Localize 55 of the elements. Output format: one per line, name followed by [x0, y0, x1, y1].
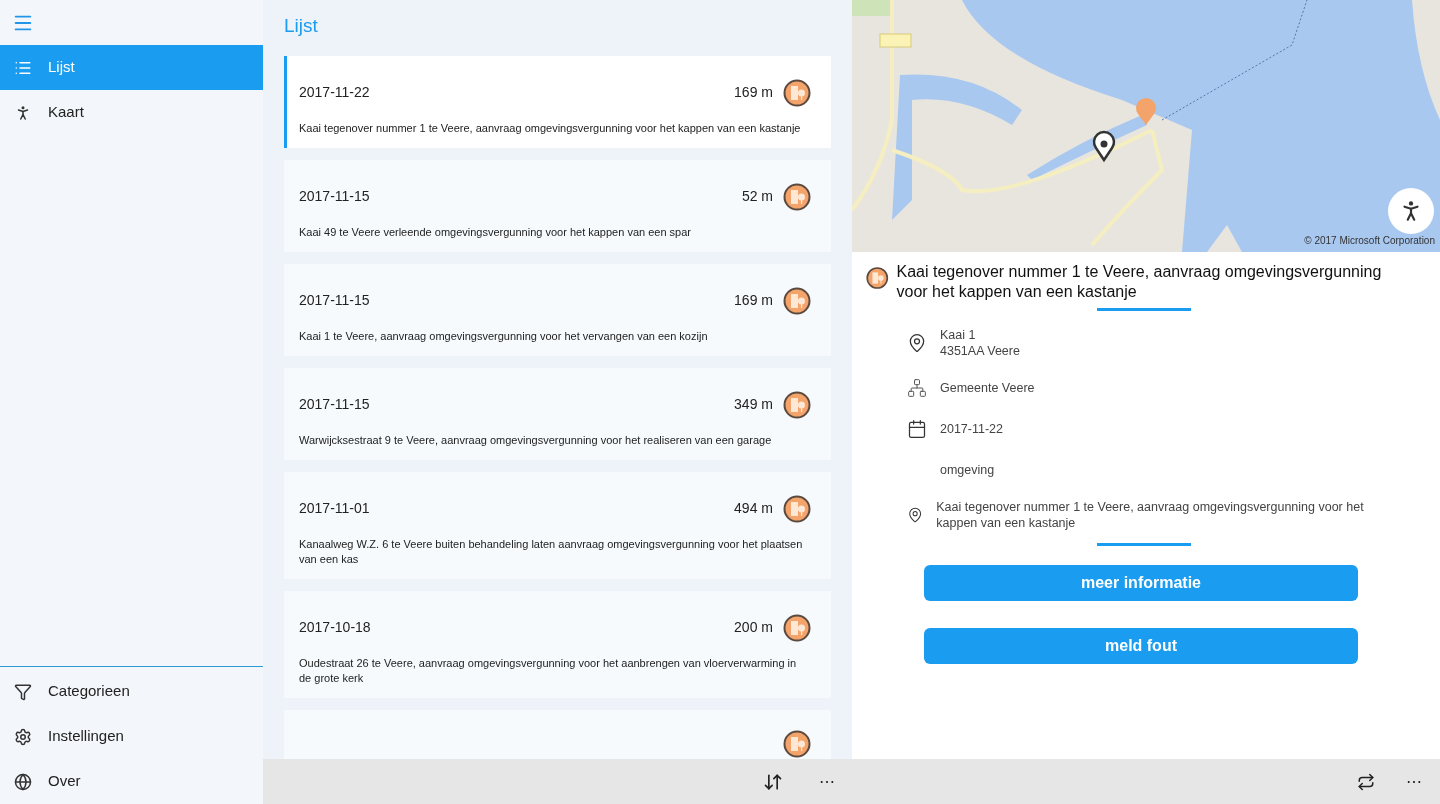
location-pin-icon — [907, 505, 924, 525]
building-tree-icon — [783, 78, 811, 107]
list-card[interactable]: 2017-11-01 494 m Kanaalweg W.Z. 6 te Veere buiten behandeling laten aanvraag omgevingsvergunning voor het plaatsen van een kas — [284, 471, 831, 579]
item-date: 2017-11-01 — [299, 499, 370, 518]
map[interactable]: © 2017 Microsoft Corporation — [852, 0, 1440, 252]
settings-icon — [14, 727, 32, 746]
list-card[interactable]: 2017-11-15 169 m Kaai 1 te Veere, aanvraag omgevingsvergunning voor het vervangen van een kozijn — [284, 263, 831, 356]
more-button[interactable]: ⋯ — [1390, 759, 1438, 804]
item-distance: 169 m — [734, 291, 773, 310]
item-date: 2017-11-15 — [299, 395, 370, 414]
building-tree-icon — [783, 390, 811, 419]
item-distance: 349 m — [734, 395, 773, 414]
detail-text: 2017-11-22 — [940, 421, 1003, 437]
nav-item[interactable]: Kaart — [0, 90, 263, 135]
map-copyright: © 2017 Microsoft Corporation — [1304, 234, 1435, 248]
item-date: 2017-11-15 — [299, 291, 370, 310]
list-card[interactable]: 2017-11-15 52 m Kaai 49 te Veere verleende omgevingsvergunning voor het kappen van een spar — [284, 159, 831, 252]
list-card[interactable]: 2017-10-18 200 m Oudestraat 26 te Veere, aanvraag omgevingsvergunning voor het aanbrengen van vloerverwarming in de grote kerk — [284, 590, 831, 698]
item-distance: 169 m — [734, 83, 773, 102]
page-title: Lijst — [283, 14, 319, 38]
detail-text: Kaai 1 — [940, 327, 977, 343]
detail-text: omgeving — [940, 462, 995, 478]
item-description: Oudestraat 26 te Veere, aanvraag omgevingsvergunning voor het aanbrengen van vloerverwarming in de grote kerk — [299, 655, 798, 686]
calendar-icon — [907, 419, 927, 439]
nav-item[interactable]: Instellingen — [0, 714, 263, 759]
item-description: Kaai 1 te Veere, aanvraag omgevingsvergunning voor het vervangen van een kozijn — [299, 328, 709, 344]
list-card[interactable]: 2017-11-22 169 m Kaai tegenover nummer 1 te Veere, aanvraag omgevingsvergunning voor het kappen van een kastanje — [284, 55, 831, 148]
detail-text: Kaai tegenover nummer 1 te Veere, aanvraag omgevingsvergunning voor het kappen van een kastanje — [936, 499, 1365, 531]
detail-text: 4351AA Veere — [940, 343, 1020, 359]
nav-item[interactable]: Categorieen — [0, 669, 263, 714]
item-description: Kanaalweg W.Z. 6 te Veere buiten behandeling laten aanvraag omgevingsvergunning voor het plaatsen van een kas — [299, 536, 804, 567]
item-description: Kaai tegenover nummer 1 te Veere, aanvraag omgevingsvergunning voor het kappen van een kastanje — [299, 120, 802, 136]
filter-icon — [14, 682, 32, 701]
building-tree-icon — [783, 613, 811, 642]
repeat-icon — [1357, 772, 1375, 791]
item-distance: 200 m — [734, 618, 773, 637]
more-button[interactable]: ⋯ — [803, 759, 851, 804]
item-description: Warwijcksestraat 9 te Veere, aanvraag omgevingsvergunning voor het realiseren van een garage — [299, 432, 773, 448]
nav-item[interactable]: Over — [0, 759, 263, 804]
hierarchy-icon — [907, 378, 927, 398]
building-tree-icon — [783, 286, 811, 315]
item-date: 2017-10-18 — [299, 618, 371, 637]
detail-text: Gemeente Veere — [940, 380, 1035, 396]
detail-title: Kaai tegenover nummer 1 te Veere, aanvraag omgevingsvergunning voor het kappen van een kastanje — [896, 262, 1383, 302]
list-card[interactable]: 2017-11-15 349 m Warwijcksestraat 9 te Veere, aanvraag omgevingsvergunning voor het realiseren van een garage — [284, 367, 831, 460]
item-description: Kaai 49 te Veere verleende omgevingsvergunning voor het kappen van een spar — [299, 224, 692, 240]
item-date: 2017-11-15 — [299, 187, 370, 206]
building-tree-icon — [783, 494, 811, 523]
item-date: 2017-11-22 — [299, 83, 370, 102]
building-tree-icon — [783, 182, 811, 211]
building-tree-icon — [783, 729, 811, 758]
location-pin-icon — [907, 333, 927, 353]
item-distance: 494 m — [734, 499, 773, 518]
item-distance: 52 m — [741, 187, 773, 206]
globe-icon — [14, 772, 32, 791]
